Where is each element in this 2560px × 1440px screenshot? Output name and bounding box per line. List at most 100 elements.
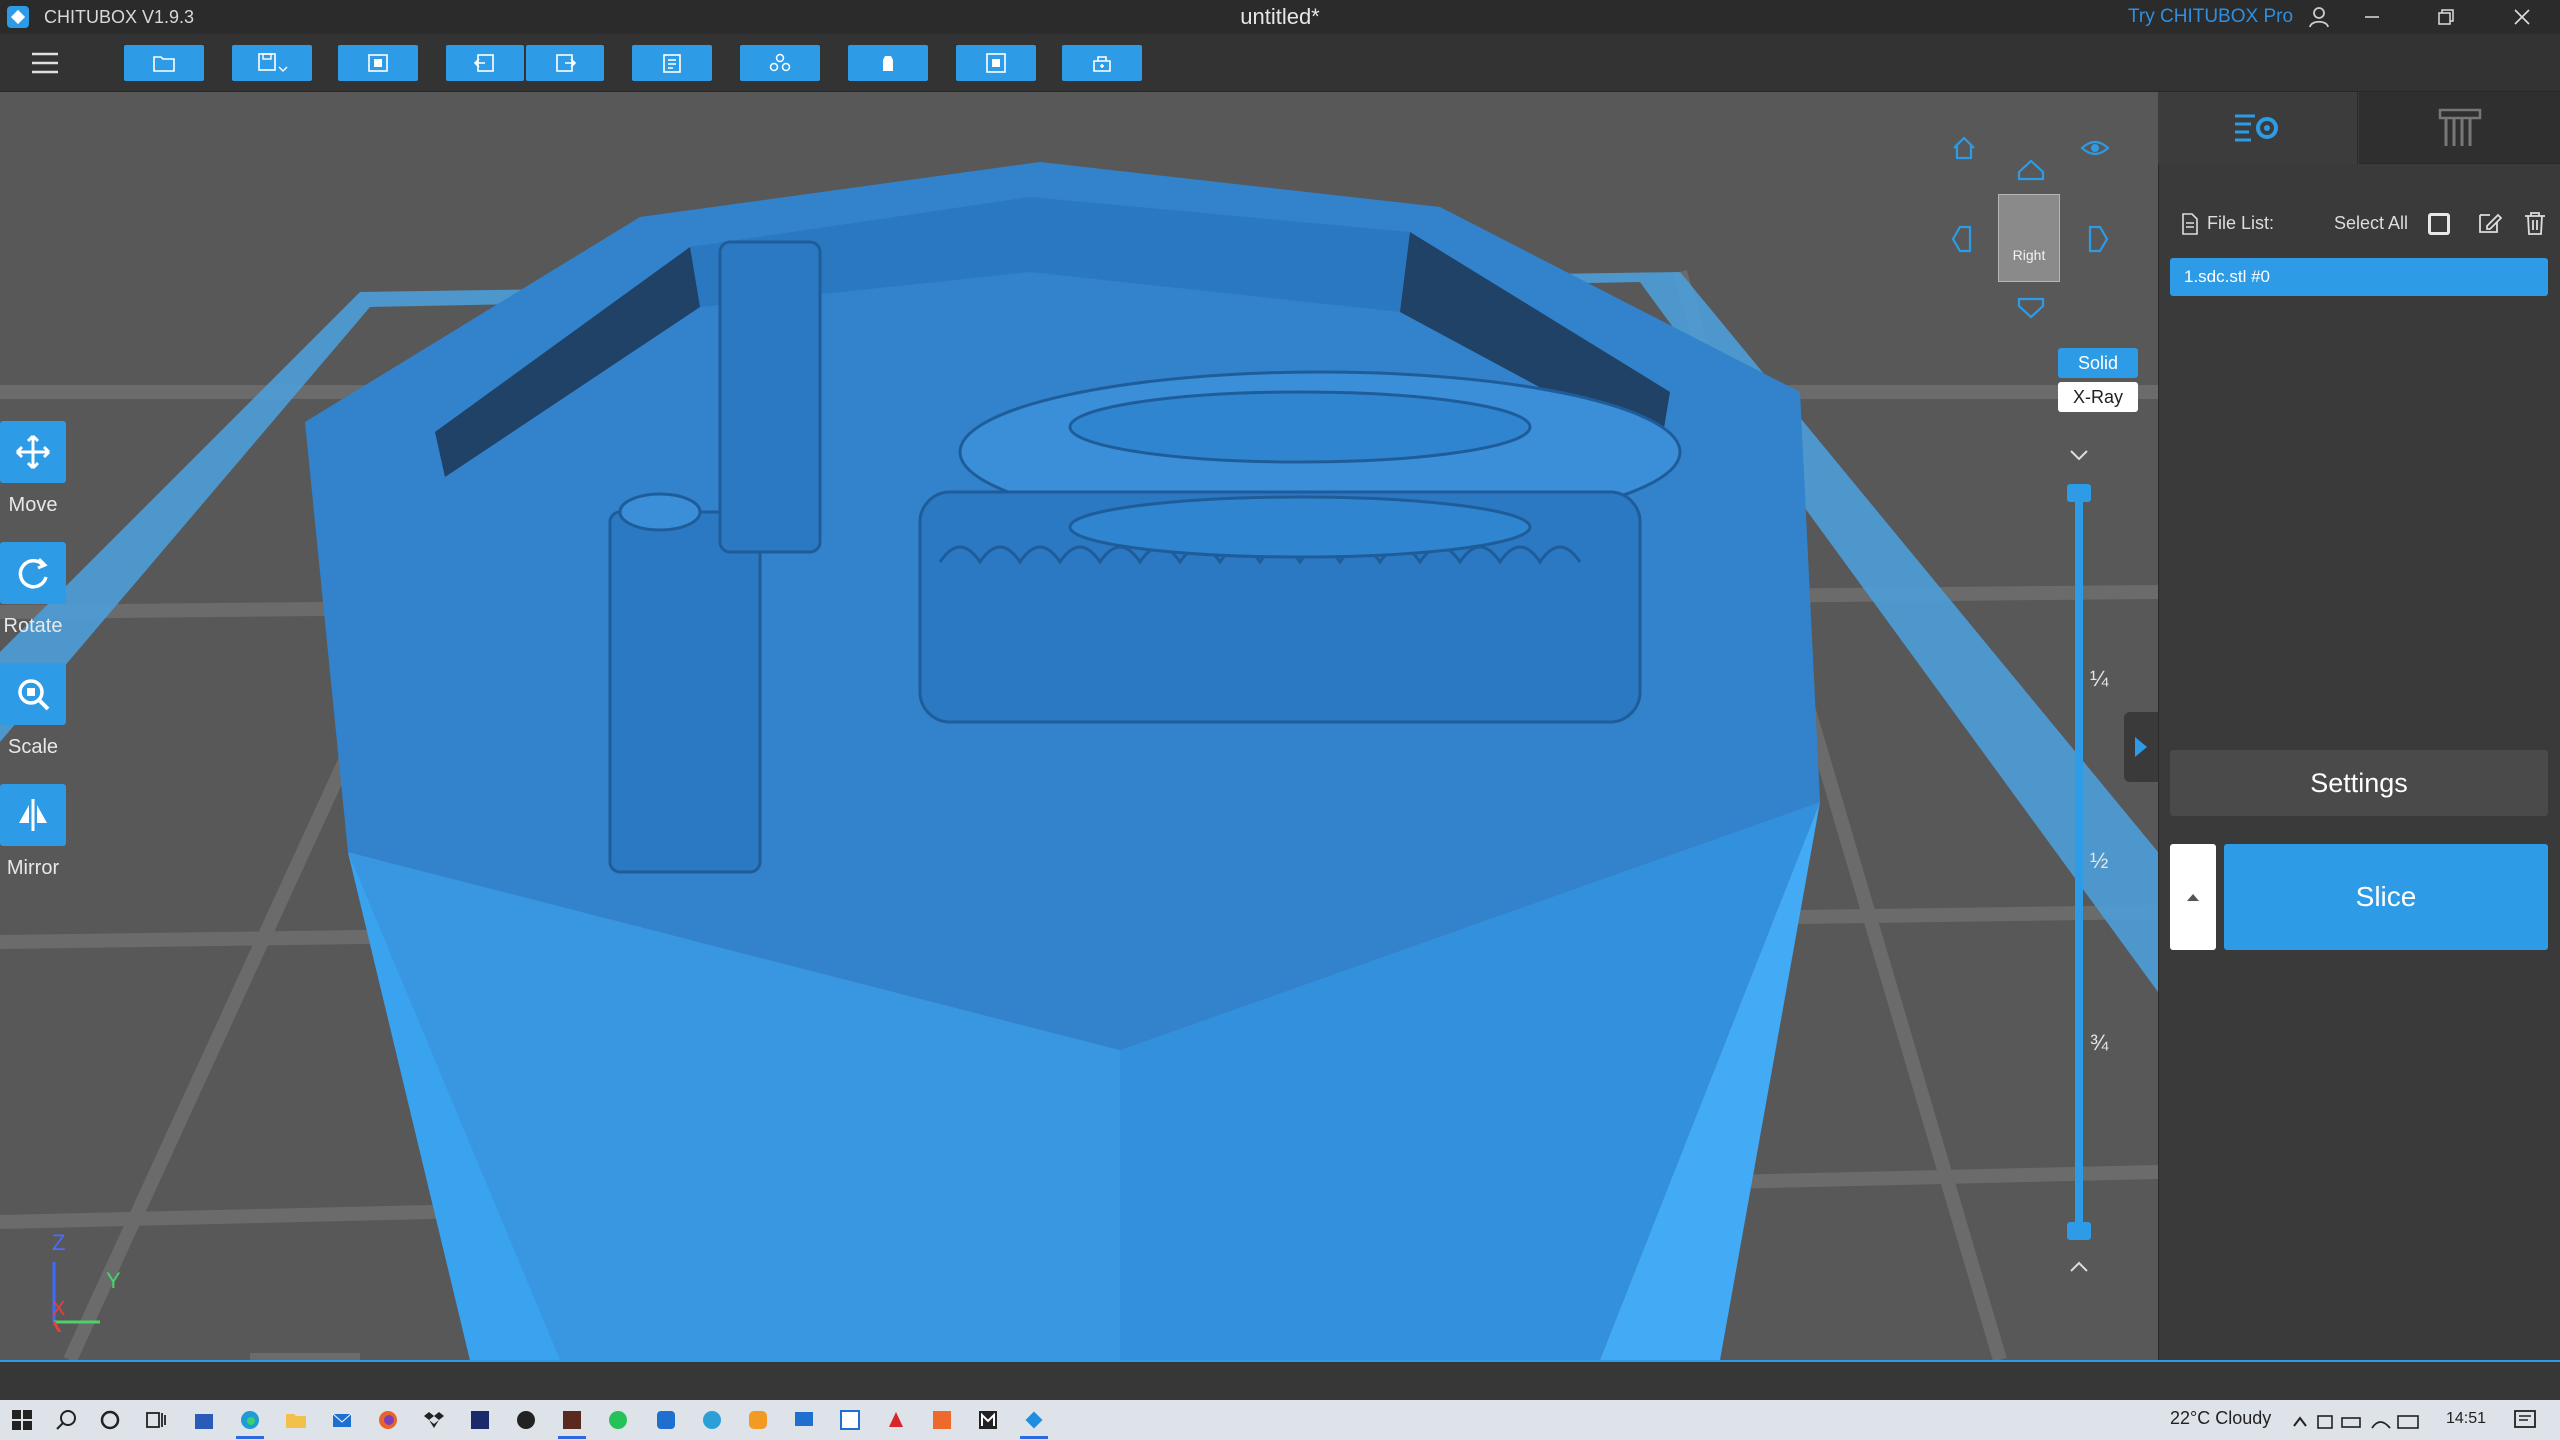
app-icon-chart[interactable]	[836, 1406, 864, 1434]
move-tool-label: Move	[8, 494, 58, 516]
mail-icon[interactable]	[328, 1406, 356, 1434]
app-icon-dark[interactable]	[512, 1406, 540, 1434]
supports-icon	[2438, 108, 2481, 146]
active-app-indicator	[558, 1436, 586, 1439]
file-list-item[interactable]: 1.sdc.stl #0	[2170, 258, 2548, 296]
select-all-checkbox[interactable]	[2428, 213, 2450, 235]
edit-icon[interactable]	[2476, 210, 2502, 236]
list-settings-icon	[2234, 114, 2278, 142]
scale-tool-label: Scale	[7, 736, 59, 758]
close-button[interactable]	[2486, 0, 2558, 34]
trash-icon[interactable]	[2522, 210, 2548, 236]
redo-button[interactable]	[526, 45, 604, 81]
app-icon-outline[interactable]	[652, 1406, 680, 1434]
notifications-icon[interactable]	[2512, 1408, 2538, 1432]
gear-relief	[918, 370, 1682, 724]
open-file-button[interactable]	[124, 45, 204, 81]
minimize-button[interactable]	[2336, 0, 2408, 34]
restore-icon	[2438, 9, 2454, 25]
scale-icon	[18, 679, 50, 711]
view-cube[interactable]	[1998, 194, 2060, 282]
copy-button[interactable]	[632, 45, 712, 81]
bottom-view-icon[interactable]	[2016, 296, 2046, 320]
left-view-icon[interactable]	[1950, 224, 1974, 254]
search-icon[interactable]	[52, 1406, 80, 1434]
arrange-icon	[769, 53, 791, 72]
hamburger-menu-icon[interactable]	[30, 49, 60, 77]
app-icon-photo[interactable]	[558, 1406, 586, 1434]
user-icon[interactable]	[2306, 4, 2332, 30]
chitubox-taskbar-icon[interactable]	[1020, 1406, 1048, 1434]
taskbar-clock[interactable]: 14:51	[2446, 1410, 2486, 1428]
move-tool-button[interactable]	[0, 421, 66, 483]
slider-mark-quarter: ¼	[2090, 666, 2109, 691]
slice-options-toggle[interactable]	[2170, 844, 2216, 950]
layer-slider-bottom-handle[interactable]	[2067, 1222, 2091, 1240]
layer-slider-top-handle[interactable]	[2067, 484, 2091, 502]
app-icon-orange[interactable]	[744, 1406, 772, 1434]
layer-slider-track[interactable]	[2075, 490, 2083, 1230]
task-view-icon[interactable]	[142, 1406, 170, 1434]
status-bar	[0, 1360, 2560, 1400]
chevron-up-icon[interactable]	[2066, 1258, 2092, 1276]
active-app-indicator	[1020, 1436, 1048, 1439]
tab-model-settings[interactable]	[2158, 92, 2358, 164]
minimize-icon	[2365, 16, 2379, 18]
mirror-tool-label: Mirror	[6, 857, 60, 879]
file-explorer-icon[interactable]	[282, 1406, 310, 1434]
redo-icon	[556, 54, 577, 72]
xray-view-button[interactable]: X-Ray	[2058, 382, 2138, 412]
dig-hole-button[interactable]	[956, 45, 1036, 81]
app-icon-m[interactable]	[974, 1406, 1002, 1434]
firefox-icon[interactable]	[374, 1406, 402, 1434]
app-icon-blue[interactable]	[466, 1406, 494, 1434]
weather-widget[interactable]: 22°C Cloudy	[2170, 1408, 2271, 1429]
scale-tool-button[interactable]	[0, 663, 66, 725]
system-tray-icons[interactable]	[2290, 1410, 2420, 1434]
rotate-tool-button[interactable]	[0, 542, 66, 604]
panel-collapse-toggle[interactable]	[2124, 712, 2158, 782]
store-app-icon[interactable]	[190, 1406, 218, 1434]
slice-button[interactable]: Slice	[2224, 844, 2548, 950]
tab-supports[interactable]	[2359, 92, 2560, 164]
home-view-icon[interactable]	[1950, 134, 1978, 162]
3d-viewport[interactable]: Z Y X	[0, 92, 2158, 1360]
app-title: CHITUBOX V1.9.3	[44, 7, 195, 27]
mirror-icon	[19, 799, 47, 831]
file-icon	[2182, 213, 2198, 235]
arrange-button[interactable]	[740, 45, 820, 81]
folder-icon	[153, 56, 175, 72]
select-all-label: Select All	[2334, 213, 2409, 233]
chitubox-logo-icon	[7, 6, 29, 28]
auto-layout-button[interactable]	[338, 45, 418, 81]
acrobat-icon[interactable]	[882, 1406, 910, 1434]
edge-browser-icon[interactable]	[236, 1406, 264, 1434]
support-button[interactable]	[1062, 45, 1142, 81]
try-pro-link[interactable]: Try CHITUBOX Pro	[2128, 6, 2293, 28]
cortana-icon[interactable]	[96, 1406, 124, 1434]
caret-right-icon	[2135, 737, 2147, 757]
whatsapp-icon[interactable]	[604, 1406, 632, 1434]
visibility-eye-icon[interactable]	[2080, 136, 2110, 160]
move-icon	[15, 434, 51, 470]
save-icon	[258, 53, 288, 72]
settings-button[interactable]: Settings	[2170, 750, 2548, 816]
save-button[interactable]	[232, 45, 312, 81]
top-view-icon[interactable]	[2016, 158, 2046, 182]
remote-desktop-icon[interactable]	[790, 1406, 818, 1434]
dropbox-icon[interactable]	[420, 1406, 448, 1434]
solid-view-button[interactable]: Solid	[2058, 348, 2138, 378]
undo-icon	[473, 54, 494, 72]
hollow-button[interactable]	[848, 45, 928, 81]
slider-mark-three-quarter: ¾	[2090, 1030, 2109, 1055]
hole-icon	[986, 53, 1006, 73]
chevron-down-icon[interactable]	[2066, 446, 2092, 464]
rotate-icon	[18, 557, 48, 589]
app-icon-slicer[interactable]	[928, 1406, 956, 1434]
restore-button[interactable]	[2410, 0, 2482, 34]
telegram-icon[interactable]	[698, 1406, 726, 1434]
right-view-icon[interactable]	[2086, 224, 2110, 254]
mirror-tool-button[interactable]	[0, 784, 66, 846]
undo-button[interactable]	[446, 45, 524, 81]
windows-start-icon[interactable]	[8, 1406, 36, 1434]
